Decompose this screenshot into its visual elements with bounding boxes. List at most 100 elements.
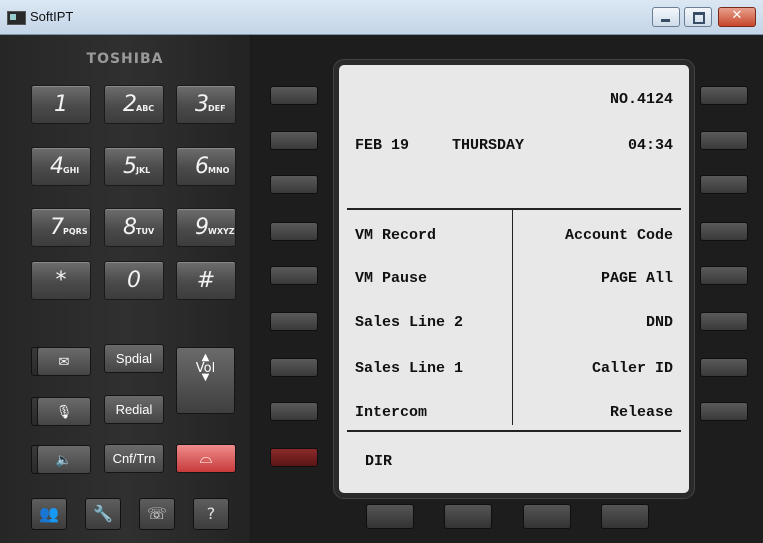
lcd-right-item[interactable]: PAGE All <box>601 270 673 287</box>
lcd-left-item[interactable]: Intercom <box>355 404 427 421</box>
column-divider <box>512 210 513 425</box>
key-letters: TUV <box>136 227 155 236</box>
key-letters: DEF <box>208 104 226 113</box>
bottom-softkey-1[interactable] <box>366 504 414 529</box>
speaker-icon: 🔈 <box>55 452 73 467</box>
left-softkey-6[interactable] <box>270 312 318 331</box>
dialpad-key[interactable]: 9 WXYZ <box>176 208 236 247</box>
bottom-divider <box>347 430 681 432</box>
key-digit: * <box>55 268 67 293</box>
key-digit: 5 <box>123 154 137 179</box>
dialpad-key[interactable]: * <box>31 261 91 300</box>
help-icon: ? <box>206 504 216 523</box>
key-digit: 3 <box>195 92 209 117</box>
lcd-left-item[interactable]: VM Pause <box>355 270 427 287</box>
right-softkey-3[interactable] <box>700 175 748 194</box>
key-letters: MNO <box>208 166 230 175</box>
lcd-right-item[interactable]: Account Code <box>565 227 673 244</box>
dialpad-key[interactable]: 4 GHI <box>31 147 91 186</box>
dialpad-key[interactable]: 5 JKL <box>104 147 164 186</box>
softipt-window: SoftIPT TOSHIBA 1 2ABC 3DEF 4GHI 5JKL 6MNO 7PQ… <box>0 0 763 543</box>
lcd-right-item[interactable]: DND <box>646 314 673 331</box>
bottom-softkey-2[interactable] <box>444 504 492 529</box>
keypad-panel: TOSHIBA 1 2 ABC 3 DEF 4 GHI 5 JKL 6 MNO 7 PQRS 8 TUV 9 W… <box>0 35 250 543</box>
key-digit: 2 <box>123 92 137 117</box>
day-text: THURSDAY <box>452 137 525 154</box>
dialpad-key[interactable]: 6 MNO <box>176 147 236 186</box>
directory-button[interactable]: 👥 <box>31 498 67 530</box>
microphone-icon: 🎙 <box>55 404 73 419</box>
voicemail-icon: ⌓ <box>199 450 213 467</box>
dialpad-key[interactable]: 0 <box>104 261 164 300</box>
volume-rocker[interactable]: ▲ Vol ▼ <box>176 347 235 414</box>
dialpad-key[interactable]: 1 <box>31 85 91 124</box>
dialpad-key[interactable]: 7 PQRS <box>31 208 91 247</box>
top-divider <box>347 208 681 210</box>
cnftrn-button[interactable]: Cnf/Trn <box>104 444 164 473</box>
redial-button[interactable]: Redial <box>104 395 164 424</box>
spdial-button[interactable]: Spdial <box>104 344 164 373</box>
key-digit: 1 <box>54 92 68 117</box>
left-softkey-2[interactable] <box>270 131 318 150</box>
left-softkey-9[interactable] <box>270 448 318 467</box>
key-digit: 8 <box>123 215 137 240</box>
voicemail-button[interactable]: ⌓ <box>176 444 236 473</box>
brand-logo: TOSHIBA <box>86 51 164 67</box>
handset-button[interactable]: ☏ <box>139 498 175 530</box>
bottom-softkey-3[interactable] <box>523 504 571 529</box>
key-letters: WXYZ <box>208 227 235 236</box>
minimize-button[interactable] <box>652 7 680 27</box>
left-softkey-7[interactable] <box>270 358 318 377</box>
bottom-softkey-4[interactable] <box>601 504 649 529</box>
key-letters: PQRS <box>63 227 88 236</box>
window-title: SoftIPT <box>30 9 74 24</box>
key-digit: 4 <box>50 154 64 179</box>
right-softkey-8[interactable] <box>700 402 748 421</box>
key-letters: GHI <box>63 166 80 175</box>
left-softkey-8[interactable] <box>270 402 318 421</box>
dir-label[interactable]: DIR <box>365 453 392 470</box>
dialpad-key[interactable]: 8 TUV <box>104 208 164 247</box>
right-softkey-6[interactable] <box>700 312 748 331</box>
left-softkey-5[interactable] <box>270 266 318 285</box>
handset-icon: ☏ <box>146 504 167 523</box>
key-digit: 7 <box>50 215 64 240</box>
dialpad-key[interactable]: # <box>176 261 236 300</box>
lcd-right-item[interactable]: Caller ID <box>592 360 673 377</box>
right-softkey-7[interactable] <box>700 358 748 377</box>
left-softkey-1[interactable] <box>270 86 318 105</box>
lcd-display: NO.4124 FEB 19 THURSDAY 04:34 VM Record V… <box>334 60 694 498</box>
dialpad-key[interactable]: 3 DEF <box>176 85 236 124</box>
lcd-right-item[interactable]: Release <box>610 404 673 421</box>
right-softkey-5[interactable] <box>700 266 748 285</box>
left-softkey-4[interactable] <box>270 222 318 241</box>
key-letters: ABC <box>136 104 155 113</box>
left-softkey-3[interactable] <box>270 175 318 194</box>
key-digit: 9 <box>195 215 209 240</box>
right-softkey-2[interactable] <box>700 131 748 150</box>
wrench-icon: 🔧 <box>93 504 113 523</box>
maximize-button[interactable] <box>684 7 712 27</box>
help-button[interactable]: ? <box>193 498 229 530</box>
right-softkey-4[interactable] <box>700 222 748 241</box>
mic-button[interactable]: 🎙 <box>37 397 91 426</box>
right-softkey-1[interactable] <box>700 86 748 105</box>
mail-button[interactable]: ✉ <box>37 347 91 376</box>
phone-app-icon <box>7 11 26 25</box>
key-digit: 6 <box>195 154 209 179</box>
date-text: FEB 19 <box>355 137 410 154</box>
lcd-left-item[interactable]: Sales Line 2 <box>355 314 463 331</box>
volume-down-icon[interactable]: ▼ <box>177 372 234 383</box>
lcd-left-item[interactable]: VM Record <box>355 227 436 244</box>
lcd-left-item[interactable]: Sales Line 1 <box>355 360 463 377</box>
title-bar: SoftIPT <box>0 0 763 35</box>
speaker-button[interactable]: 🔈 <box>37 445 91 474</box>
users-icon: 👥 <box>39 504 59 523</box>
key-letters: JKL <box>136 166 151 175</box>
settings-button[interactable]: 🔧 <box>85 498 121 530</box>
time-text: 04:34 <box>627 137 673 154</box>
dialpad-key[interactable]: 2 ABC <box>104 85 164 124</box>
extension-number: NO.4124 <box>609 91 673 108</box>
key-digit: 0 <box>127 268 141 293</box>
close-button[interactable] <box>718 7 756 27</box>
